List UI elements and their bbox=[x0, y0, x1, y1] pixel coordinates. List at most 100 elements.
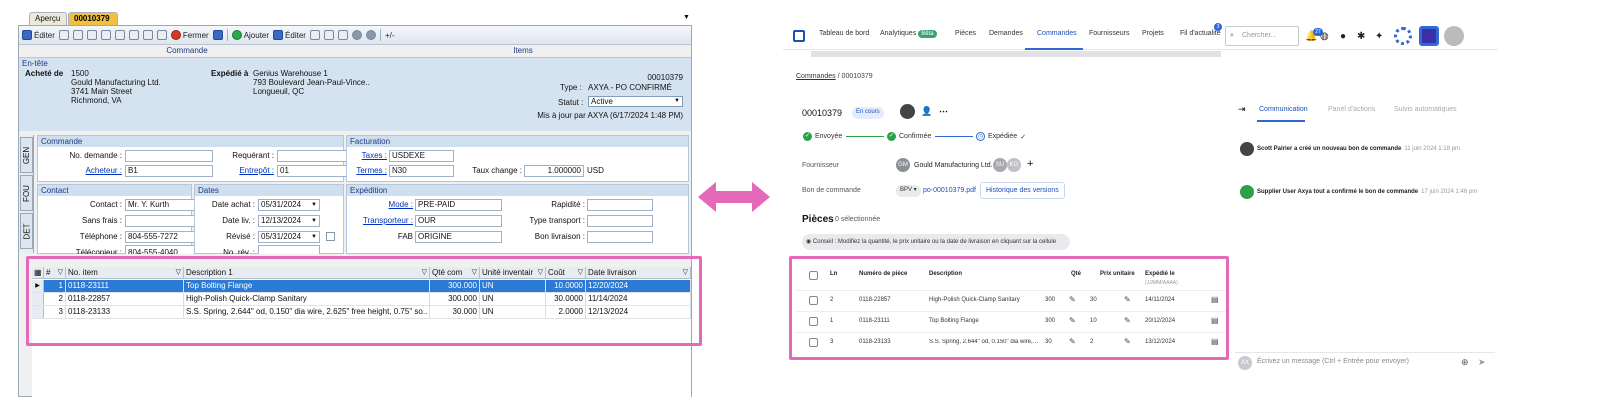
beta-badge: Bêta bbox=[918, 30, 937, 38]
tab-fou[interactable]: FOU bbox=[20, 175, 33, 211]
tab-po-number[interactable]: 00010379 bbox=[68, 12, 118, 25]
status-select[interactable]: Active ▼ bbox=[588, 96, 683, 107]
breadcrumb-orders-link[interactable]: Commandes bbox=[796, 73, 836, 80]
add-item-button[interactable]: Ajouter bbox=[231, 30, 269, 40]
activity-event: Scott Pairier a créé un nouveau bon de c… bbox=[1240, 142, 1460, 156]
taxes-field[interactable]: USDEXE bbox=[389, 150, 454, 162]
link-icon[interactable] bbox=[142, 30, 153, 40]
mode-link[interactable]: Mode : bbox=[351, 199, 413, 211]
print-icon[interactable] bbox=[128, 30, 139, 40]
nav-dashboard[interactable]: Tableau de bord bbox=[819, 30, 869, 37]
globe-icon[interactable]: ◍ bbox=[1320, 31, 1329, 42]
rapidite-field[interactable] bbox=[587, 199, 653, 211]
tab-communication[interactable]: Communication bbox=[1259, 106, 1308, 113]
dropdown-arrow-icon[interactable]: ▼ bbox=[683, 14, 690, 21]
no-demande-field[interactable] bbox=[125, 150, 213, 162]
date-achat-picker[interactable]: 05/31/2024 ▼ bbox=[258, 199, 320, 211]
close-order-button[interactable]: Fermer bbox=[170, 30, 209, 40]
more-icon[interactable]: ⋯ bbox=[939, 106, 948, 117]
sans-frais-field[interactable] bbox=[125, 215, 201, 227]
breadcrumb-current: 00010379 bbox=[841, 73, 873, 80]
message-composer: AX Écrivez un message (Ctrl + Entrée pou… bbox=[1235, 352, 1495, 372]
search-input[interactable]: ⌕ Chercher... bbox=[1225, 26, 1299, 46]
tab-apercu[interactable]: Aperçu bbox=[29, 12, 67, 25]
help-icon[interactable]: ● bbox=[1340, 31, 1346, 42]
entrepot-field[interactable]: 01 bbox=[277, 165, 355, 177]
app-logo-icon[interactable] bbox=[793, 30, 805, 42]
revise-checkbox[interactable] bbox=[326, 232, 335, 241]
telecopieur-field[interactable]: 804-555-4040 bbox=[125, 245, 201, 254]
tab-auto-follow[interactable]: Suivis automatiques bbox=[1394, 106, 1457, 113]
sparkle-icon[interactable]: ✱ bbox=[1357, 31, 1365, 42]
bon-livraison-field[interactable] bbox=[587, 231, 653, 243]
supplier-name[interactable]: Gould Manufacturing Ltd. bbox=[914, 162, 993, 169]
taxes-link[interactable]: Taxes : bbox=[351, 150, 387, 162]
nav-requests[interactable]: Demandes bbox=[989, 30, 1023, 37]
down-arrow-icon[interactable] bbox=[365, 30, 376, 40]
acheteur-field[interactable]: B1 bbox=[125, 165, 213, 177]
user-avatar[interactable] bbox=[1444, 26, 1464, 46]
nav-analytics[interactable]: Analytiques Bêta bbox=[880, 30, 937, 38]
supplier-contact-avatar[interactable]: SU bbox=[993, 158, 1007, 172]
edit-button[interactable]: Éditer bbox=[22, 30, 55, 40]
item-copy-icon[interactable] bbox=[323, 30, 334, 40]
people-icon[interactable]: ✦ bbox=[1375, 31, 1383, 42]
edit-item-button[interactable]: Éditer bbox=[273, 30, 306, 40]
contact-field[interactable]: Mr. Y. Kurth bbox=[125, 199, 201, 211]
taux-field[interactable]: 1.000000 bbox=[524, 165, 584, 177]
item-list-icon[interactable] bbox=[337, 30, 348, 40]
tab-gen[interactable]: GEN bbox=[20, 137, 33, 173]
tab-action-panel[interactable]: Panel d'actions bbox=[1328, 106, 1375, 113]
approve-icon[interactable] bbox=[156, 30, 167, 40]
tab-det[interactable]: DET bbox=[20, 213, 33, 249]
version-history-button[interactable]: Historique des versions bbox=[980, 182, 1065, 199]
refresh-icon[interactable] bbox=[100, 30, 111, 40]
attach-icon[interactable]: ⊕ bbox=[1461, 357, 1469, 368]
no-rev-field[interactable] bbox=[258, 245, 320, 254]
mode-field[interactable]: PRE-PAID bbox=[415, 199, 502, 211]
termes-link[interactable]: Termes : bbox=[351, 165, 387, 177]
send-icon[interactable] bbox=[212, 30, 223, 40]
add-contact-icon[interactable]: + bbox=[1027, 158, 1033, 170]
ai-assistant-icon[interactable] bbox=[1394, 27, 1412, 45]
po-pdf-link[interactable]: po-00010379.pdf bbox=[923, 187, 976, 194]
version-chip[interactable]: BPV ▾ bbox=[896, 185, 921, 197]
requerant-field[interactable] bbox=[277, 150, 355, 162]
save-icon[interactable] bbox=[58, 30, 69, 40]
revise-picker[interactable]: 05/31/2024 ▼ bbox=[258, 231, 320, 243]
nav-orders[interactable]: Commandes bbox=[1037, 30, 1077, 37]
termes-field[interactable]: N30 bbox=[389, 165, 454, 177]
step-sent: ✓ Envoyée bbox=[803, 132, 843, 141]
collapse-panel-icon[interactable]: ⇥ bbox=[1238, 104, 1246, 115]
send-icon[interactable]: ➤ bbox=[1478, 357, 1486, 368]
owner-avatar[interactable] bbox=[900, 104, 915, 119]
type-label: Type : bbox=[560, 83, 582, 92]
item-delete-icon[interactable] bbox=[309, 30, 320, 40]
plus-minus-icon[interactable]: +/- bbox=[385, 31, 395, 40]
undo-icon[interactable] bbox=[72, 30, 83, 40]
supplier-contact-avatar[interactable]: KG bbox=[1007, 158, 1021, 172]
feed-count-badge: 3 bbox=[1214, 23, 1222, 31]
step-shipped[interactable]: ◷ Expédiée ✓ bbox=[976, 132, 1026, 141]
up-arrow-icon[interactable] bbox=[351, 30, 362, 40]
nav-parts[interactable]: Pièces bbox=[955, 30, 976, 37]
entrepot-link[interactable]: Entrepôt : bbox=[218, 165, 274, 177]
workspace-icon[interactable] bbox=[1419, 26, 1439, 46]
telephone-field[interactable]: 804-555-7272 bbox=[125, 231, 201, 243]
attach-icon[interactable] bbox=[114, 30, 125, 40]
fab-label: FAB bbox=[397, 232, 413, 241]
transporteur-field[interactable]: OUR bbox=[415, 215, 502, 227]
fab-field[interactable]: ORIGINE bbox=[415, 231, 502, 243]
horizontal-scrollbar[interactable] bbox=[811, 51, 1221, 57]
nav-feed[interactable]: Fil d'actualité bbox=[1180, 30, 1221, 37]
nav-projects[interactable]: Projets bbox=[1142, 30, 1164, 37]
transporteur-link[interactable]: Transporteur : bbox=[351, 215, 413, 227]
copy-icon[interactable] bbox=[86, 30, 97, 40]
type-transport-field[interactable] bbox=[587, 215, 653, 227]
active-tab-indicator bbox=[1025, 48, 1083, 50]
add-person-icon[interactable]: 👤 bbox=[921, 106, 932, 117]
acheteur-link[interactable]: Acheteur : bbox=[42, 165, 122, 177]
date-liv-picker[interactable]: 12/13/2024 ▼ bbox=[258, 215, 320, 227]
nav-suppliers[interactable]: Fournisseurs bbox=[1089, 30, 1129, 37]
message-input[interactable]: Écrivez un message (Ctrl + Entrée pour e… bbox=[1257, 358, 1409, 365]
